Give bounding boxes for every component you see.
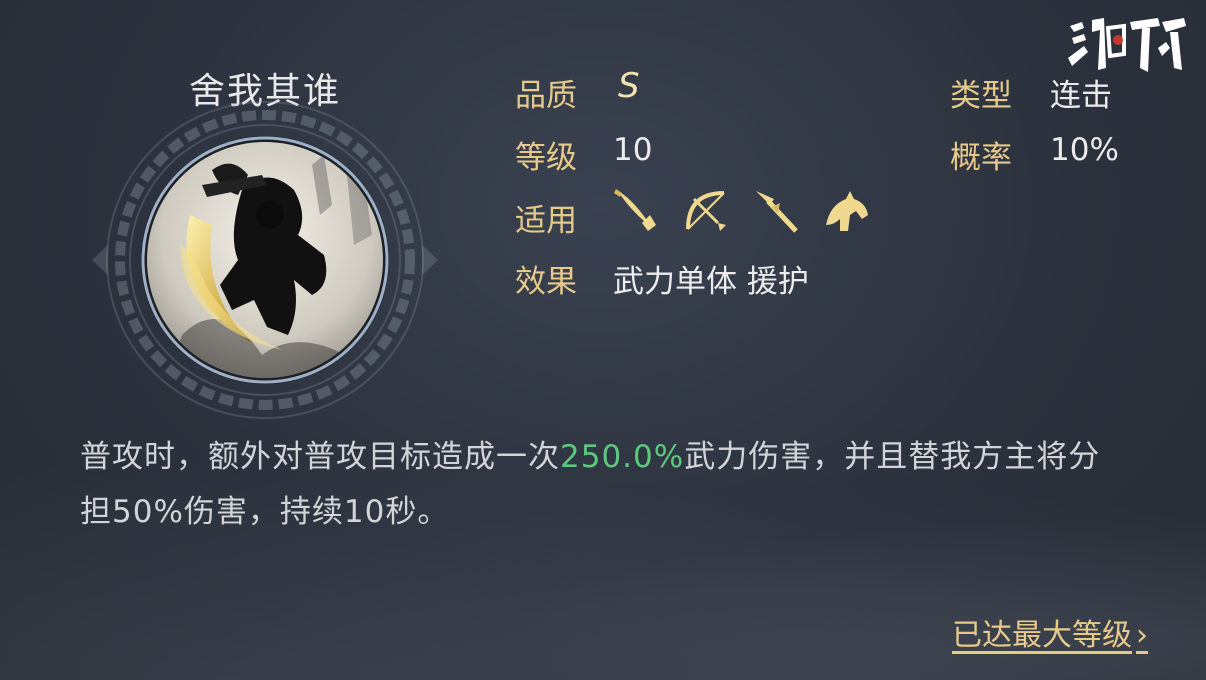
quality-label: 品质 — [515, 78, 577, 114]
saber-icon — [610, 185, 662, 237]
level-label: 等级 — [515, 140, 577, 176]
skill-portrait — [62, 95, 472, 425]
skill-description: 普攻时，额外对普攻目标造成一次250.0%武力伤害，并且替我方主将分担50%伤害… — [80, 430, 1120, 540]
damage-percentage: 250.0% — [560, 439, 685, 475]
level-value: 10 — [613, 132, 653, 168]
max-level-link[interactable]: 已达最大等级 › — [952, 610, 1148, 654]
quality-value: S — [618, 66, 640, 106]
bow-icon — [680, 185, 732, 237]
type-value: 连击 — [1050, 78, 1112, 114]
applicable-label: 适用 — [515, 203, 577, 239]
type-label: 类型 — [950, 78, 1012, 114]
applicable-icons — [610, 185, 872, 237]
max-level-label: 已达最大等级 — [952, 618, 1132, 653]
effect-value: 武力单体 援护 — [613, 264, 809, 300]
description-text-1: 普攻时，额外对普攻目标造成一次 — [80, 439, 560, 475]
effect-label: 效果 — [515, 264, 577, 300]
spear-icon — [750, 185, 802, 237]
game-logo — [1062, 8, 1192, 78]
chance-value: 10% — [1050, 132, 1119, 168]
horse-icon — [820, 185, 872, 237]
chevron-right-icon: › — [1136, 618, 1148, 653]
chance-label: 概率 — [950, 140, 1012, 176]
